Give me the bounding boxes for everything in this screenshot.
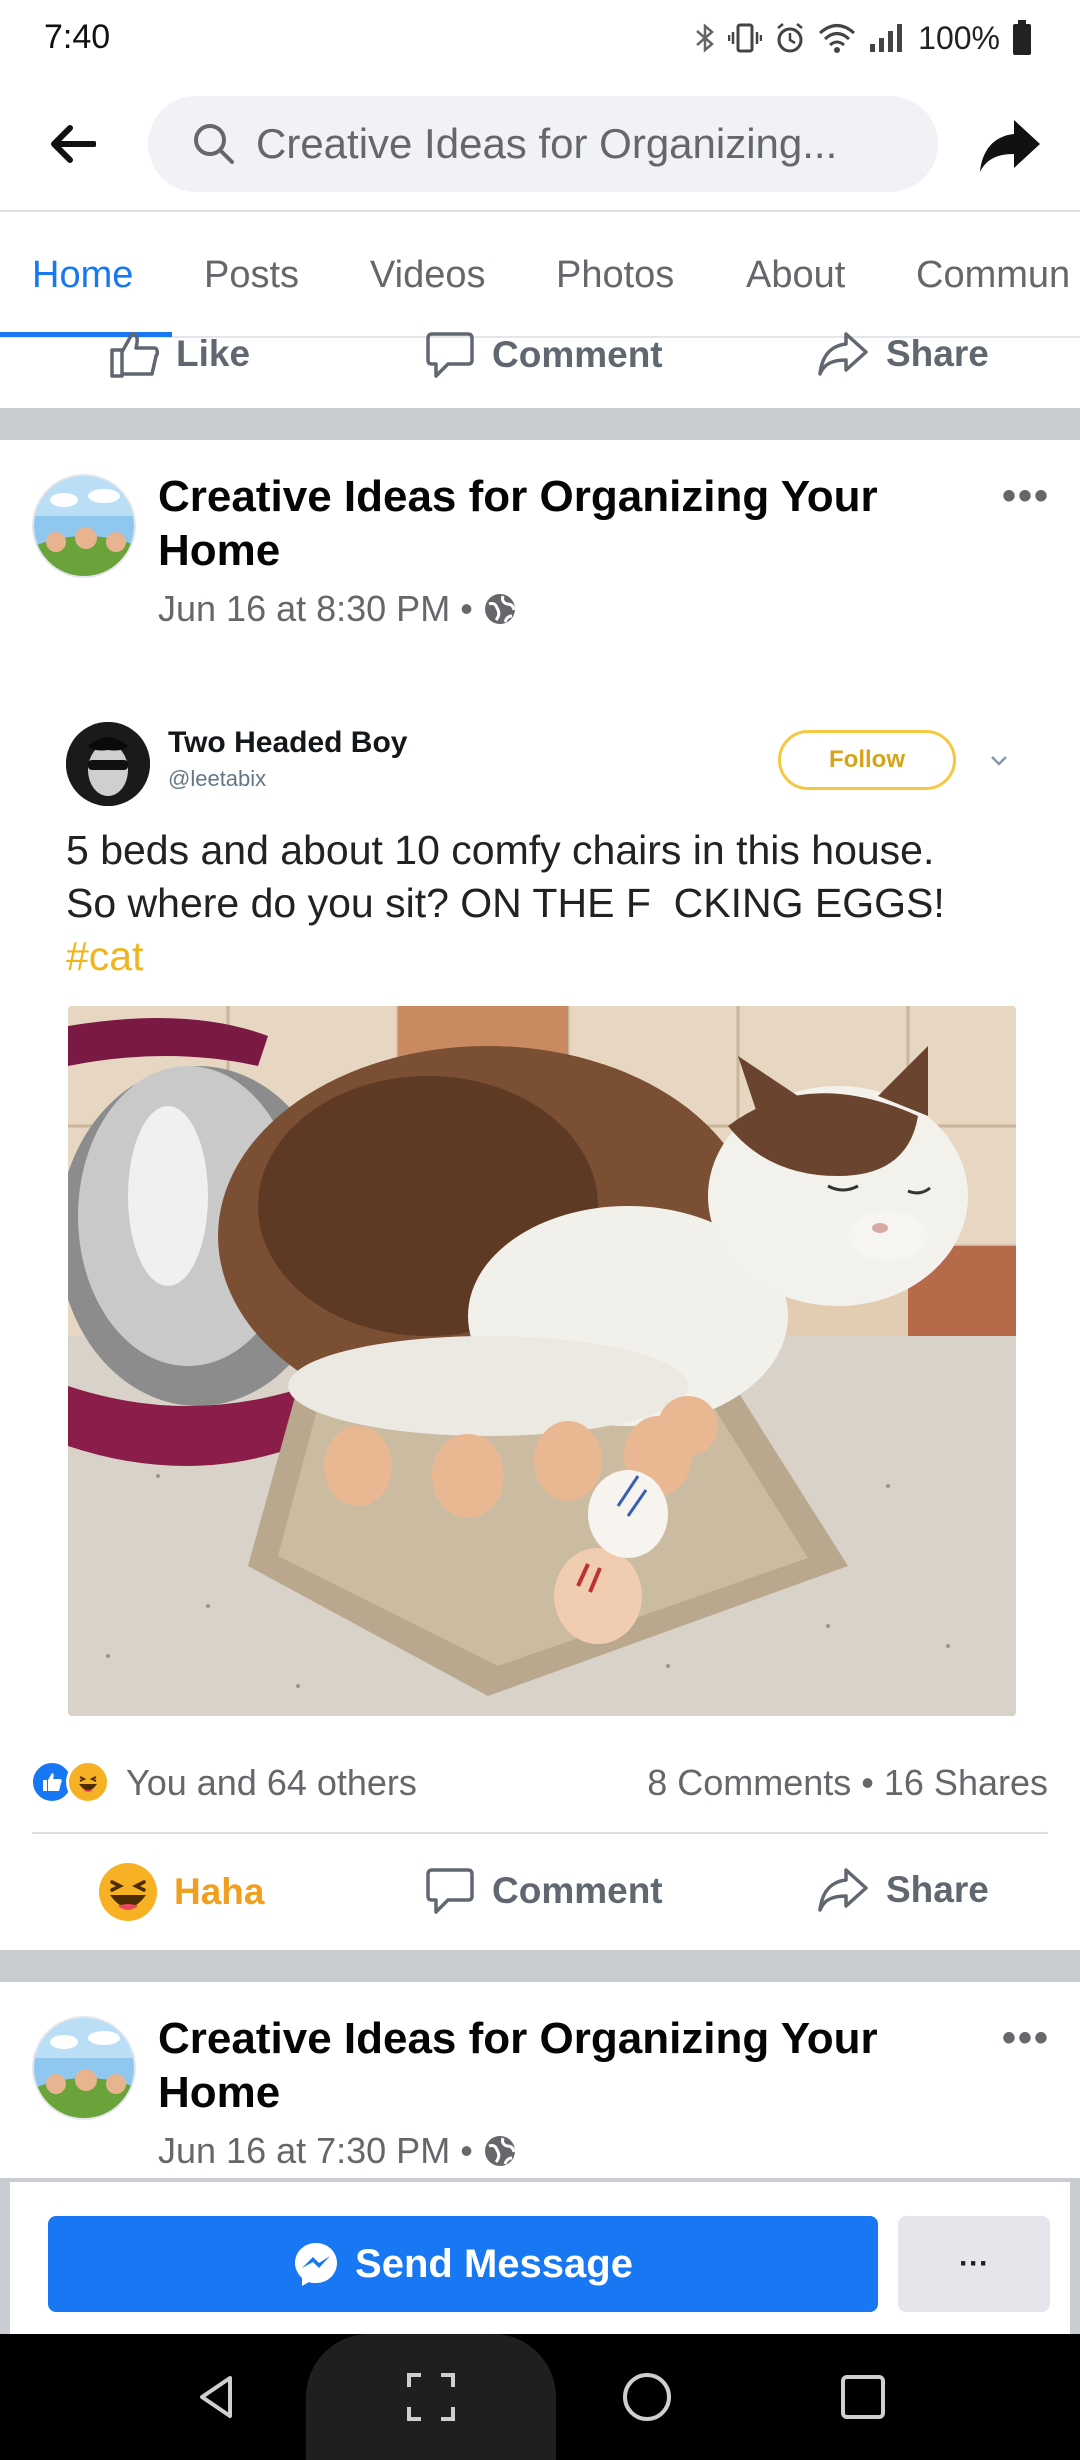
share-button[interactable]: Share: [816, 1866, 989, 1914]
globe-icon: [484, 594, 516, 624]
comment-button[interactable]: Comment: [424, 1866, 663, 1916]
tab-home[interactable]: Home: [32, 254, 133, 297]
comment-icon: [426, 332, 474, 378]
tweet-avatar: [66, 722, 150, 806]
tweet-text: 5 beds and about 10 comfy chairs in this…: [66, 824, 966, 983]
tweet-follow-button: Follow: [778, 730, 956, 790]
tab-videos[interactable]: Videos: [370, 254, 486, 297]
haha-label: Haha: [174, 1871, 265, 1912]
tweet-hashtag: #cat: [66, 933, 144, 979]
previous-post-actions: Like Comment Share: [0, 332, 1080, 408]
post-header: Creative Ideas for Organizing Your Home …: [0, 440, 1080, 666]
send-message-button[interactable]: Send Message: [48, 2216, 878, 2312]
post-image[interactable]: Two Headed Boy @leetabix Follow 5 beds a…: [0, 666, 1080, 1738]
like-icon: [110, 332, 160, 378]
share-icon: [818, 1868, 868, 1912]
search-text: Creative Ideas for Organizing...: [256, 120, 838, 167]
search-icon: [194, 124, 234, 164]
post-author[interactable]: Creative Ideas for Organizing Your Home: [158, 2012, 898, 2120]
back-button[interactable]: [36, 108, 108, 180]
chevron-down-icon: [991, 756, 1007, 766]
bluetooth-icon: [696, 23, 715, 53]
vibrate-icon: [728, 23, 763, 53]
search-bar[interactable]: Creative Ideas for Organizing...: [148, 96, 938, 192]
share-label: Share: [886, 1869, 989, 1910]
home-nav-button[interactable]: [614, 2364, 680, 2430]
post-options-button[interactable]: •••: [1002, 474, 1050, 519]
page-avatar[interactable]: [32, 2016, 136, 2120]
battery-percent: 100%: [918, 19, 1000, 56]
comment-label: Comment: [492, 334, 663, 375]
post-meta: Jun 16 at 8:30 PM •: [158, 588, 517, 630]
signal-icon: [870, 24, 903, 52]
meta-separator: •: [460, 2130, 473, 2171]
share-label: Share: [886, 333, 989, 374]
back-nav-button[interactable]: [184, 2364, 250, 2430]
top-nav: Creative Ideas for Organizing...: [0, 78, 1080, 212]
tweet-body: 5 beds and about 10 comfy chairs in this…: [66, 827, 945, 926]
more-options-button[interactable]: ···: [898, 2216, 1050, 2312]
recents-nav-button[interactable]: [830, 2364, 896, 2430]
post-author[interactable]: Creative Ideas for Organizing Your Home: [158, 470, 898, 578]
like-button[interactable]: Like: [108, 330, 250, 378]
page-avatar-image: [34, 2018, 134, 2118]
tweet-avatar-image: [66, 722, 150, 806]
battery-icon: [1013, 20, 1031, 55]
tab-about[interactable]: About: [746, 254, 845, 297]
haha-button[interactable]: Haha: [98, 1862, 264, 1922]
page-avatar[interactable]: [32, 474, 136, 578]
tab-photos[interactable]: Photos: [556, 254, 674, 297]
alarm-icon: [777, 23, 803, 53]
back-arrow-icon: [51, 125, 96, 163]
post-timestamp[interactable]: Jun 16 at 8:30 PM: [158, 588, 450, 630]
post-options-button[interactable]: •••: [1002, 2016, 1050, 2061]
cat-photo-illustration: [68, 1006, 1016, 1716]
page-cta-bar: Send Message ···: [0, 2178, 1080, 2334]
share-button[interactable]: Share: [816, 330, 989, 378]
page-tabs: Home Posts Videos Photos About Commun: [0, 214, 1080, 338]
page-avatar-image: [34, 476, 134, 576]
send-message-label: Send Message: [355, 2241, 633, 2286]
feed-separator: [0, 408, 1080, 440]
comment-label: Comment: [492, 1870, 663, 1911]
globe-icon: [484, 2136, 516, 2166]
comment-icon: [426, 1868, 474, 1914]
feed-separator: [0, 1950, 1080, 1982]
tweet-author-handle: @leetabix: [168, 766, 267, 791]
status-icons: 100%: [694, 16, 1032, 60]
cat-on-eggs-photo: [68, 1006, 1016, 1716]
meta-separator: •: [460, 588, 473, 629]
post-meta: Jun 16 at 7:30 PM •: [158, 2130, 517, 2172]
messenger-icon: [295, 2243, 338, 2286]
tab-posts[interactable]: Posts: [204, 254, 299, 297]
share-arrow-icon: [980, 120, 1040, 172]
comment-button[interactable]: Comment: [424, 330, 663, 380]
screenshot-nav-button[interactable]: [398, 2364, 464, 2430]
circle-home-icon: [623, 2373, 671, 2421]
comments-shares-count[interactable]: 8 Comments • 16 Shares: [647, 1762, 1048, 1804]
share-icon: [818, 332, 868, 376]
like-label: Like: [176, 333, 251, 374]
system-navigation-bar: [0, 2334, 1080, 2460]
wifi-icon: [819, 24, 856, 53]
post-actions: Haha Comment Share: [0, 1834, 1080, 1950]
tab-community[interactable]: Commun: [916, 254, 1070, 297]
reactions-summary: You and 64 others 8 Comments • 16 Shares: [0, 1738, 1080, 1834]
screenshot-icon: [407, 2373, 455, 2421]
reaction-icons[interactable]: [30, 1760, 110, 1804]
share-page-button[interactable]: [970, 106, 1050, 186]
tweet-author-name: Two Headed Boy: [168, 726, 408, 759]
post-header: Creative Ideas for Organizing Your Home …: [0, 1982, 1080, 2178]
reactions-text[interactable]: You and 64 others: [126, 1762, 417, 1804]
triangle-back-icon: [200, 2376, 232, 2418]
post-timestamp[interactable]: Jun 16 at 7:30 PM: [158, 2130, 450, 2172]
status-bar: 7:40 100%: [0, 0, 1080, 78]
haha-icon: [99, 1863, 157, 1921]
square-recents-icon: [841, 2375, 885, 2419]
status-time: 7:40: [44, 18, 111, 56]
haha-reaction-icon: [66, 1760, 110, 1804]
